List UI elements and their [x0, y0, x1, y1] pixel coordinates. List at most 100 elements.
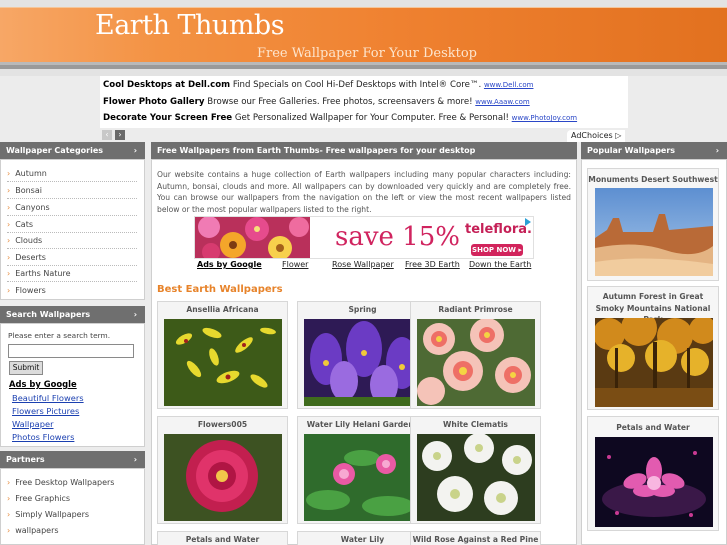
partner-label[interactable]: Simply Wallpapers — [15, 510, 89, 519]
wallpaper-thumbnail[interactable] — [304, 434, 422, 521]
ads-by-google-label[interactable]: Ads by Google — [9, 379, 124, 392]
ad-link[interactable]: Flowers Pictures — [9, 405, 124, 418]
wallpaper-title[interactable]: Petals and Water — [158, 535, 287, 544]
wallpaper-title[interactable]: White Clematis — [411, 420, 540, 429]
ad-link[interactable]: Beautiful Flowers — [9, 392, 124, 405]
wallpaper-title[interactable]: Radiant Primrose — [411, 305, 540, 314]
category-label[interactable]: Bonsai — [15, 186, 42, 195]
popular-title[interactable]: Monuments Desert Southwest — [588, 174, 718, 186]
partner-label[interactable]: Free Graphics — [15, 494, 70, 503]
wallpaper-card[interactable]: White Clematis — [410, 416, 541, 524]
ads-by-google-label[interactable]: Ads by Google — [197, 260, 262, 269]
top-ad-dell[interactable]: Cool Desktops at Dell.com Find Specials … — [103, 80, 533, 90]
wallpaper-title[interactable]: Ansellia Africana — [158, 305, 287, 314]
ad-link[interactable]: Wallpaper — [9, 418, 124, 431]
ad-title[interactable]: Flower Photo Gallery — [103, 97, 204, 107]
category-item[interactable]: › Earths Nature — [7, 265, 137, 282]
popular-header[interactable]: Popular Wallpapers › — [581, 142, 727, 159]
wallpaper-card[interactable]: Radiant Primrose — [410, 301, 541, 409]
category-item[interactable]: › Bonsai — [7, 182, 137, 199]
top-ad-decorate[interactable]: Decorate Your Screen Free Get Personaliz… — [103, 113, 577, 123]
bullet-icon: › — [7, 220, 11, 229]
partner-link[interactable]: › Simply Wallpapers — [7, 507, 89, 523]
ad-link[interactable]: Photos Flowers — [9, 431, 124, 444]
ad-link[interactable]: Free 3D Earth — [405, 260, 460, 269]
top-ad-block: Cool Desktops at Dell.com Find Specials … — [100, 76, 628, 128]
submit-button[interactable]: Submit — [9, 361, 43, 375]
category-label[interactable]: Autumn — [15, 169, 47, 178]
wallpaper-thumbnail[interactable] — [164, 434, 282, 521]
partner-label[interactable]: Free Desktop Wallpapers — [15, 478, 114, 487]
banner-ad-brand: teleflora. — [465, 222, 532, 237]
category-item[interactable]: › Cats — [7, 216, 137, 233]
popular-thumbnail[interactable] — [595, 318, 713, 407]
ad-text: Browse our Free Galleries. Free photos, … — [204, 97, 473, 107]
ad-title[interactable]: Cool Desktops at Dell.com — [103, 80, 230, 90]
ad-prev-arrow-icon[interactable]: ‹ — [102, 130, 112, 140]
bullet-icon: › — [7, 236, 11, 245]
category-item[interactable]: › Autumn — [7, 165, 137, 182]
category-item[interactable]: › Clouds — [7, 232, 137, 249]
wallpaper-title[interactable]: Wild Rose Against a Red Pine — [411, 535, 540, 544]
category-label[interactable]: Flowers — [15, 286, 46, 295]
ad-url[interactable]: www.Aaaw.com — [475, 98, 529, 106]
category-label[interactable]: Cats — [15, 220, 33, 229]
site-title[interactable]: Earth Thumbs — [95, 10, 285, 41]
partner-link[interactable]: › wallpapers — [7, 523, 59, 539]
ad-link[interactable]: Down the Earth — [469, 260, 531, 269]
wallpaper-card[interactable]: Petals and Water — [157, 531, 288, 545]
partner-link[interactable]: › Free Desktop Wallpapers — [7, 475, 114, 491]
partner-link[interactable]: › Free Graphics — [7, 491, 70, 507]
center-header: Free Wallpapers from Earth Thumbs- Free … — [151, 142, 577, 159]
wallpaper-thumbnail[interactable] — [304, 319, 422, 406]
teleflora-banner-ad[interactable]: save 15% teleflora. SHOP NOW ▸ — [194, 216, 534, 259]
wallpaper-title[interactable]: Water Lily — [298, 535, 427, 544]
popular-card[interactable]: Monuments Desert Southwest — [587, 168, 719, 281]
category-item[interactable]: › Canyons — [7, 199, 137, 216]
partners-panel: › Free Desktop Wallpapers › Free Graphics … — [0, 468, 145, 545]
wallpaper-thumbnail[interactable] — [417, 319, 535, 406]
wallpaper-title[interactable]: Water Lily Helani Gardens — [298, 420, 427, 429]
category-item[interactable]: › Deserts — [7, 249, 137, 266]
best-wallpapers-title: Best Earth Wallpapers — [157, 284, 283, 295]
popular-title[interactable]: Petals and Water — [588, 422, 718, 434]
ad-url[interactable]: www.Dell.com — [484, 81, 534, 89]
wallpaper-thumbnail[interactable] — [417, 434, 535, 521]
category-label[interactable]: Deserts — [15, 253, 46, 262]
popular-thumbnail[interactable] — [595, 188, 713, 276]
search-header[interactable]: Search Wallpapers › — [0, 306, 145, 323]
wallpaper-card[interactable]: Water Lily Helani Gardens — [297, 416, 428, 524]
wallpaper-title[interactable]: Spring — [298, 305, 427, 314]
wallpaper-card[interactable]: Wild Rose Against a Red Pine — [410, 531, 541, 545]
category-label[interactable]: Earths Nature — [15, 269, 70, 278]
adchoices-triangle-icon[interactable] — [525, 218, 531, 226]
search-input[interactable] — [8, 344, 134, 358]
shop-now-button[interactable]: SHOP NOW ▸ — [471, 244, 523, 256]
ad-link[interactable]: Rose Wallpaper — [332, 260, 394, 269]
bullet-icon: › — [7, 286, 11, 295]
popular-card[interactable]: Petals and Water — [587, 416, 719, 531]
category-item[interactable]: › Flowers — [7, 282, 137, 299]
categories-header[interactable]: Wallpaper Categories › — [0, 142, 145, 159]
ad-text: Get Personalized Wallpaper for Your Comp… — [232, 113, 509, 123]
wallpaper-card[interactable]: Ansellia Africana — [157, 301, 288, 409]
popular-card[interactable]: Autumn Forest in Great Smoky Mountains N… — [587, 286, 719, 410]
bullet-icon: › — [7, 253, 11, 262]
wallpaper-card[interactable]: Flowers005 — [157, 416, 288, 524]
popular-thumbnail[interactable] — [595, 437, 713, 527]
category-label[interactable]: Canyons — [15, 203, 49, 212]
wallpaper-card[interactable]: Spring — [297, 301, 428, 409]
ad-url[interactable]: www.PhotoJoy.com — [512, 114, 577, 122]
top-ad-flower-gallery[interactable]: Flower Photo Gallery Browse our Free Gal… — [103, 97, 530, 107]
wallpaper-title[interactable]: Flowers005 — [158, 420, 287, 429]
adchoices-link[interactable]: AdChoices ▷ — [567, 130, 626, 142]
wallpaper-card[interactable]: Water Lily — [297, 531, 428, 545]
search-title: Search Wallpapers — [6, 310, 91, 319]
wallpaper-thumbnail[interactable] — [164, 319, 282, 406]
ad-title[interactable]: Decorate Your Screen Free — [103, 113, 232, 123]
category-label[interactable]: Clouds — [15, 236, 42, 245]
partner-label[interactable]: wallpapers — [15, 526, 58, 535]
ad-next-arrow-icon[interactable]: › — [115, 130, 125, 140]
partners-header[interactable]: Partners › — [0, 451, 145, 468]
ad-link[interactable]: Flower — [282, 260, 308, 269]
